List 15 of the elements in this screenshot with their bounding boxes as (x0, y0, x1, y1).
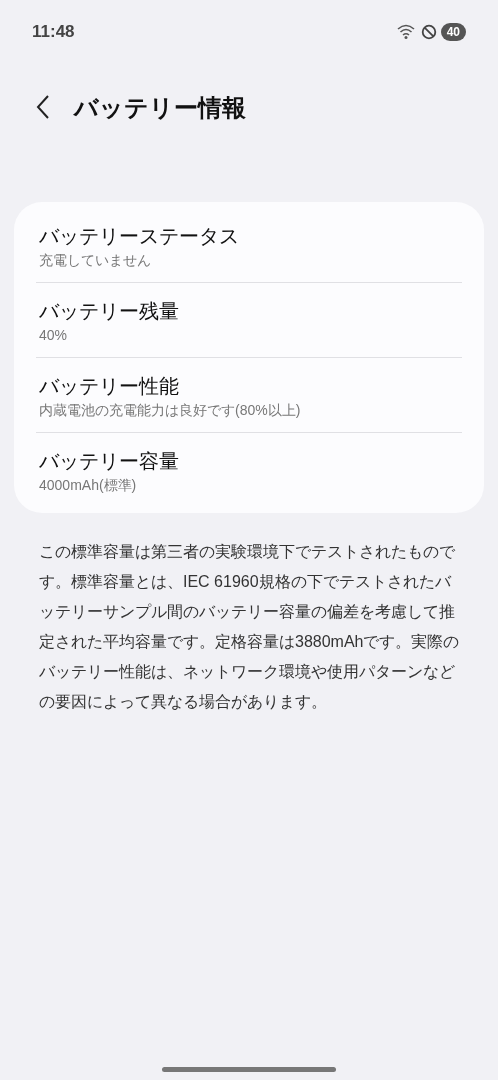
item-value: 充電していません (39, 251, 152, 270)
item-value: 内蔵電池の充電能力は良好です(80%以上) (39, 401, 302, 420)
item-title: バッテリー性能 (39, 374, 180, 399)
status-time: 11:48 (32, 21, 75, 44)
battery-indicator: 40 (440, 23, 466, 41)
page-title: バッテリー情報 (74, 93, 246, 123)
capacity-note: この標準容量は第三者の実験環境下でテストされたものです。標準容量とは、IEC 61960規格の下でテストされたバッテリーサンプル間のバッテリー容量の偏差を考慮して推定された平均容量です。定格容量は3880mAhです。実際のバッテリー性能は、ネットワーク環境や使用パターンなどの要因によって異なる場合があります。 (39, 542, 460, 712)
back-icon[interactable] (36, 94, 50, 120)
do-not-disturb-icon (420, 24, 437, 40)
item-title: バッテリーステータス (39, 224, 240, 249)
item-title: バッテリー残量 (39, 299, 180, 324)
item-title: バッテリー容量 (39, 449, 180, 474)
item-value: 4000mAh(標準) (39, 476, 138, 495)
wifi-icon (396, 24, 417, 40)
item-value: 40% (39, 326, 69, 345)
